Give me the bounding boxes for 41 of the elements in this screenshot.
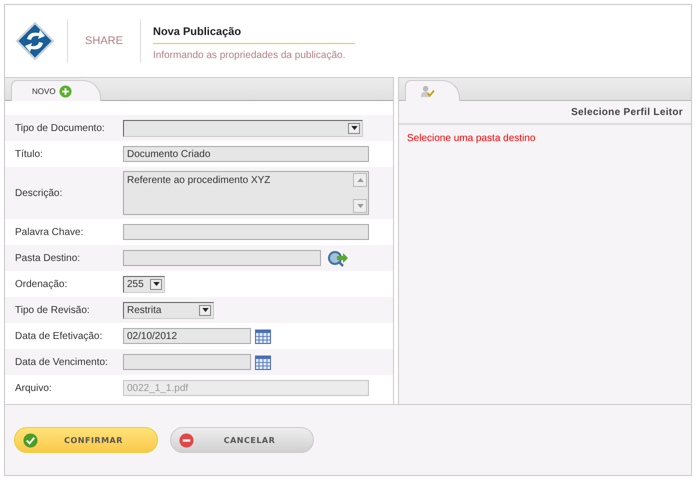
caret-icon xyxy=(202,308,208,312)
brand-name: SHARE xyxy=(84,35,124,47)
user-check-icon xyxy=(420,84,435,98)
warning-message: Selecione uma pasta destino xyxy=(406,132,536,146)
search-icon[interactable] xyxy=(327,249,349,267)
calendar-icon[interactable] xyxy=(255,354,271,370)
field-label: Data de Vencimento: xyxy=(15,356,109,368)
reader-tab[interactable] xyxy=(405,80,460,101)
confirm-button[interactable]: CONFIRMAR xyxy=(14,427,158,453)
logo-icon xyxy=(15,21,55,61)
input-field[interactable]: 02/10/2012 xyxy=(123,328,251,344)
field-label: Arquivo: xyxy=(15,382,53,394)
check-icon xyxy=(23,432,38,448)
page-subtitle: Informando as propriedades da publicação. xyxy=(153,48,346,60)
new-tab[interactable]: NOVO xyxy=(11,80,101,101)
input-field[interactable] xyxy=(123,224,369,240)
cancel-button[interactable]: CANCELAR xyxy=(170,427,314,453)
field-label: Data de Efetivação: xyxy=(15,330,104,342)
field-label: Palavra Chave: xyxy=(15,226,84,238)
dropdown[interactable]: Restrita xyxy=(123,302,214,318)
caret-icon xyxy=(152,282,160,286)
plus-icon xyxy=(58,84,72,98)
field-label: Tipo de Documento: xyxy=(15,122,106,134)
scroll-down-icon[interactable] xyxy=(353,199,367,213)
page-title: Nova Publicação xyxy=(153,22,355,44)
field-label: Ordenação: xyxy=(15,278,68,290)
input-field[interactable] xyxy=(123,250,321,266)
dropdown[interactable] xyxy=(123,120,363,136)
scroll-up-icon[interactable] xyxy=(353,173,367,187)
caret-icon xyxy=(350,126,358,130)
dropdown[interactable]: 255 xyxy=(123,276,165,292)
input-field[interactable] xyxy=(123,354,251,370)
field-label: Pasta Destino: xyxy=(15,252,82,264)
panel-heading: Selecione Perfil Leitor xyxy=(399,101,691,125)
field-label: Título: xyxy=(15,148,44,160)
input-field[interactable]: Documento Criado xyxy=(123,146,369,162)
description-field[interactable]: Referente ao procedimento XYZ xyxy=(123,171,369,215)
field-label: Tipo de Revisão: xyxy=(15,304,91,316)
field-label: Descrição: xyxy=(15,188,64,198)
minus-icon xyxy=(179,432,194,448)
calendar-icon[interactable] xyxy=(255,328,271,344)
